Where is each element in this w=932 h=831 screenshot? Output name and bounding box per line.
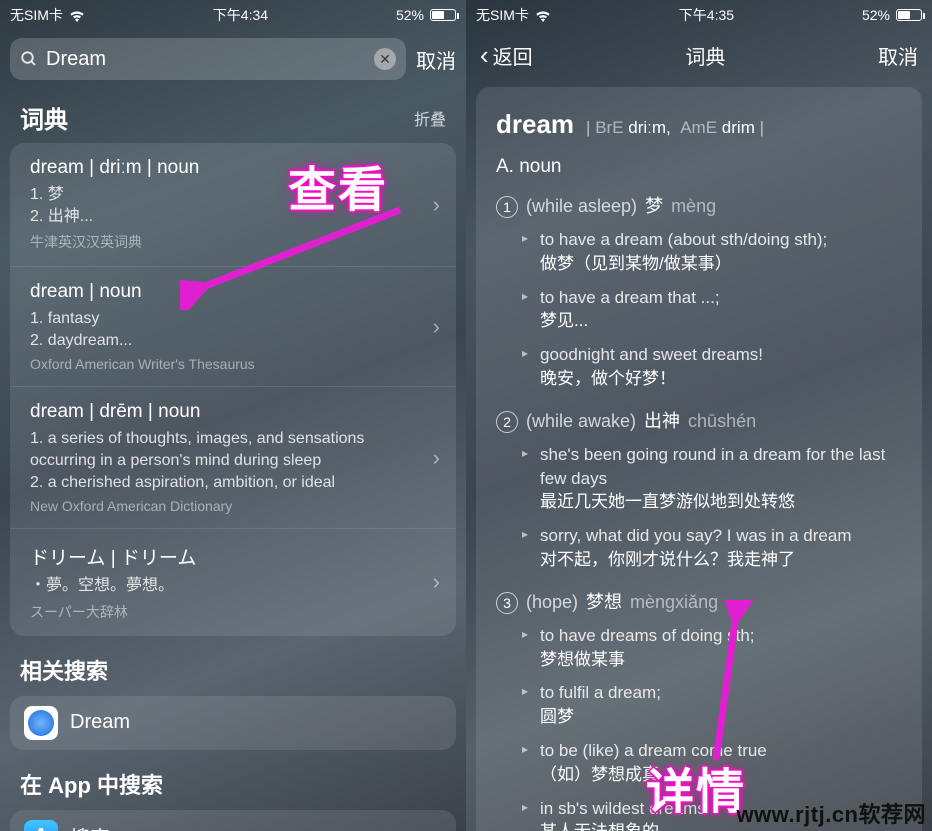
example: to fulfil a dream;圆梦: [522, 681, 902, 729]
example: she's been going round in a dream for th…: [522, 443, 902, 514]
sense-pinyin: mèng: [671, 196, 716, 217]
result-source: スーパー大辞林: [30, 602, 433, 622]
time-text: 下午4:35: [679, 5, 734, 25]
result-line: 2. 出神...: [30, 206, 433, 228]
result-item[interactable]: dream | drēm | noun 1. a series of thoug…: [10, 387, 456, 529]
time-text: 下午4:34: [213, 5, 268, 25]
sense-gloss: 梦: [645, 192, 663, 218]
nav-title: 词典: [685, 41, 725, 70]
result-item[interactable]: dream | driːm | noun 1. 梦 2. 出神... 牛津英汉汉…: [10, 143, 456, 267]
chevron-right-icon: ›: [433, 445, 440, 471]
carrier-text: 无SIM卡: [10, 5, 63, 25]
result-title: dream | noun: [30, 281, 433, 303]
clear-button[interactable]: ✕: [374, 48, 396, 70]
sense-number: 3: [496, 592, 518, 614]
example: to be (like) a dream come true（如）梦想成真: [522, 739, 902, 787]
related-section: 相关搜索 Dream: [0, 654, 466, 750]
definition-card[interactable]: dream | BrE driːm, AmE drim | A. noun 1 …: [476, 87, 922, 831]
result-line: 2. a cherished aspiration, ambition, or …: [30, 472, 433, 494]
appstore-icon: A: [24, 820, 58, 831]
nav-bar: ‹ 返回 词典 取消: [466, 30, 932, 81]
chevron-left-icon: ‹: [480, 40, 489, 71]
sense: 3 (hope) 梦想 mèngxiǎng to have dreams of …: [496, 588, 902, 831]
search-input[interactable]: Dream ✕: [10, 38, 406, 80]
app-search-section: 在 App 中搜索 A 搜索 App Store: [0, 768, 466, 831]
result-line: 1. a series of thoughts, images, and sen…: [30, 428, 433, 471]
headword: dream: [496, 109, 574, 140]
headword-row: dream | BrE driːm, AmE drim |: [496, 109, 902, 140]
sense: 1 (while asleep) 梦 mèng to have a dream …: [496, 192, 902, 391]
app-search-header: 在 App 中搜索: [0, 768, 466, 810]
related-header: 相关搜索: [0, 654, 466, 696]
dictionary-results: dream | driːm | noun 1. 梦 2. 出神... 牛津英汉汉…: [10, 143, 456, 636]
battery-icon: [896, 9, 922, 21]
sense-number: 2: [496, 411, 518, 433]
cancel-button[interactable]: 取消: [878, 41, 918, 70]
part-of-speech: A. noun: [496, 156, 902, 178]
result-line: 1. 梦: [30, 184, 433, 206]
sense-context: (while asleep): [526, 196, 637, 217]
search-text: Dream: [46, 48, 366, 71]
related-item[interactable]: Dream: [10, 696, 456, 750]
result-source: New Oxford American Dictionary: [30, 498, 433, 514]
wifi-icon: [535, 9, 551, 21]
collapse-button[interactable]: 折叠: [414, 106, 446, 130]
example: to have dreams of doing sth;梦想做某事: [522, 624, 902, 672]
right-screenshot: 无SIM卡 下午4:35 52% ‹ 返回 词典 取消 dream | BrE …: [466, 0, 932, 831]
sense-pinyin: chūshén: [688, 411, 756, 432]
section-title: 词典: [20, 100, 68, 135]
back-label: 返回: [493, 41, 533, 70]
cancel-button[interactable]: 取消: [416, 45, 456, 74]
carrier-text: 无SIM卡: [476, 5, 529, 25]
result-line: 2. daydream...: [30, 330, 433, 352]
wifi-icon: [69, 9, 85, 21]
result-item[interactable]: dream | noun 1. fantasy 2. daydream... O…: [10, 267, 456, 387]
sense-context: (while awake): [526, 411, 636, 432]
result-item[interactable]: ドリーム | ドリーム ・夢。空想。夢想。 スーパー大辞林 ›: [10, 529, 456, 636]
result-title: dream | driːm | noun: [30, 157, 433, 179]
result-source: 牛津英汉汉英词典: [30, 232, 433, 252]
app-search-label: 搜索 App Store: [70, 822, 205, 831]
sense-context: (hope): [526, 592, 578, 613]
result-source: Oxford American Writer's Thesaurus: [30, 356, 433, 372]
related-label: Dream: [70, 711, 130, 734]
result-title: ドリーム | ドリーム: [30, 543, 433, 570]
sense: 2 (while awake) 出神 chūshén she's been go…: [496, 407, 902, 572]
battery-text: 52%: [396, 7, 424, 23]
status-bar: 无SIM卡 下午4:35 52%: [466, 0, 932, 30]
result-line: 1. fantasy: [30, 308, 433, 330]
safari-icon: [24, 706, 58, 740]
example: goodnight and sweet dreams!晚安，做个好梦！: [522, 343, 902, 391]
result-line: ・夢。空想。夢想。: [30, 575, 433, 597]
search-icon: [20, 50, 38, 68]
search-row: Dream ✕ 取消: [0, 30, 466, 88]
app-search-item[interactable]: A 搜索 App Store: [10, 810, 456, 831]
sense-number: 1: [496, 196, 518, 218]
example: in sb's wildest dreams某人无法想象的: [522, 797, 902, 831]
dictionary-section-header: 词典 折叠: [0, 88, 466, 143]
chevron-right-icon: ›: [433, 569, 440, 595]
battery-icon: [430, 9, 456, 21]
example: to have a dream that ...;梦见...: [522, 286, 902, 334]
status-bar: 无SIM卡 下午4:34 52%: [0, 0, 466, 30]
example: sorry, what did you say? I was in a drea…: [522, 524, 902, 572]
chevron-right-icon: ›: [433, 192, 440, 218]
battery-text: 52%: [862, 7, 890, 23]
example: to have a dream (about sth/doing sth);做梦…: [522, 228, 902, 276]
pronunciation: | BrE driːm, AmE drim |: [586, 118, 764, 138]
sense-gloss: 梦想: [586, 588, 622, 614]
left-screenshot: 无SIM卡 下午4:34 52% Dream ✕ 取消 词典 折叠 dream …: [0, 0, 466, 831]
back-button[interactable]: ‹ 返回: [480, 40, 533, 71]
chevron-right-icon: ›: [433, 314, 440, 340]
result-title: dream | drēm | noun: [30, 401, 433, 423]
sense-gloss: 出神: [644, 407, 680, 433]
sense-pinyin: mèngxiǎng: [630, 592, 718, 613]
